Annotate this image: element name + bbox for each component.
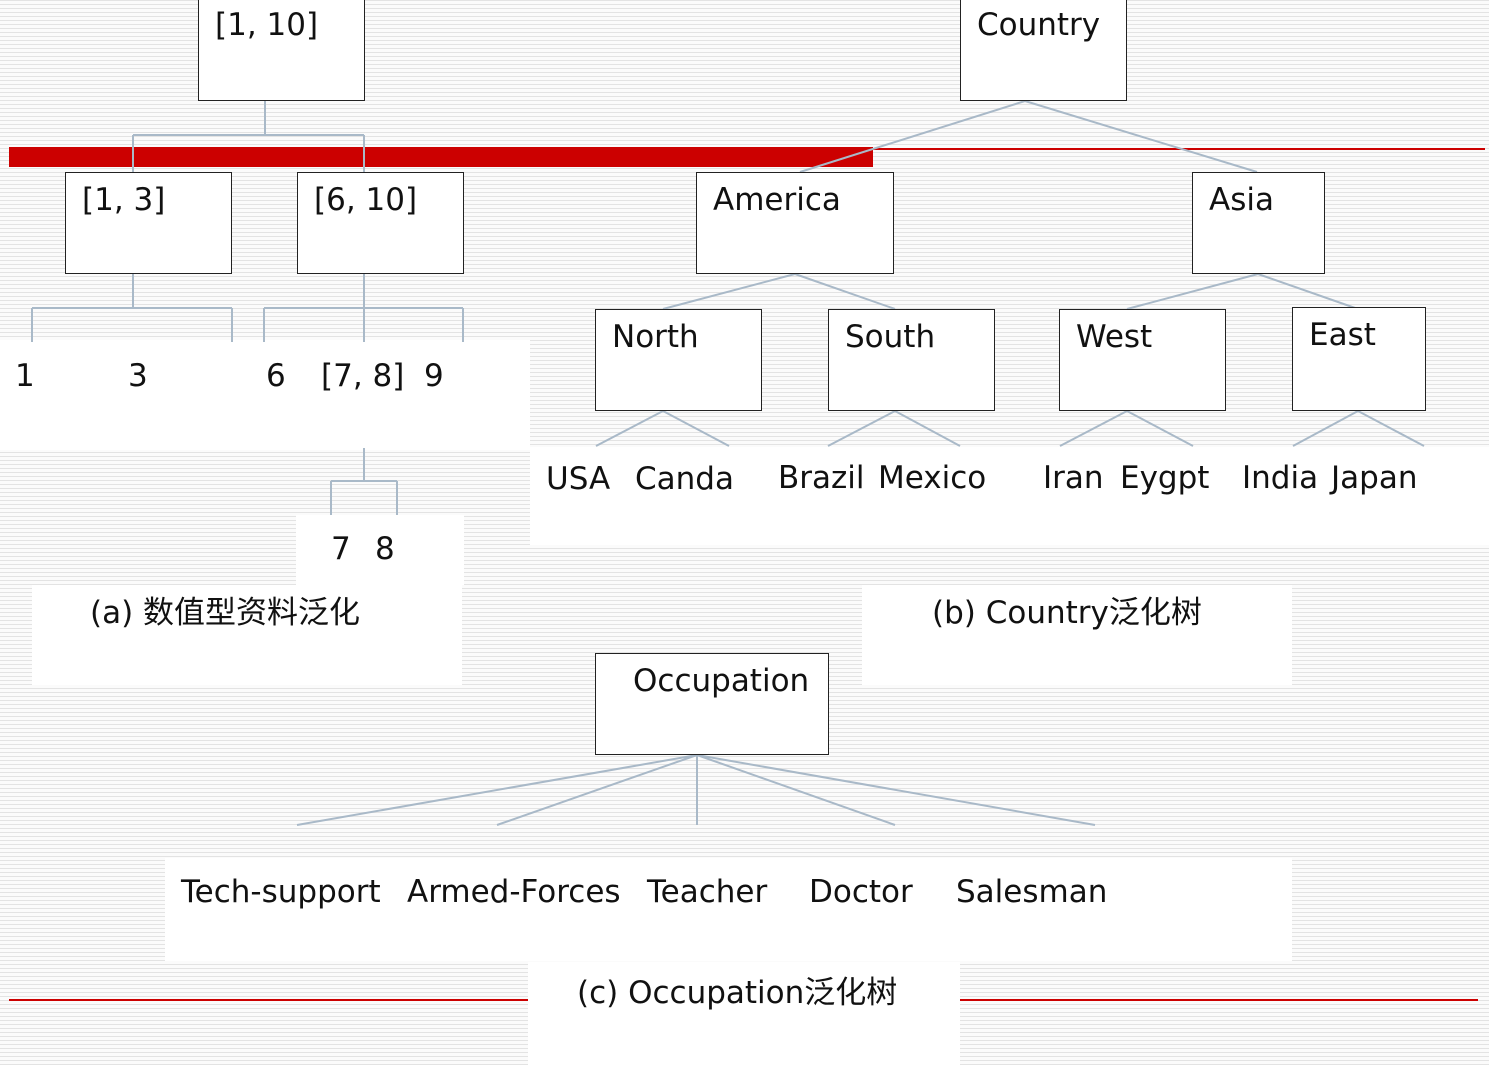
caption-b: (b) Country泛化树	[932, 595, 1202, 631]
edge-north-to-leaves	[595, 410, 730, 447]
leaf-salesman: Salesman	[956, 874, 1108, 910]
leaf-mexico: Mexico	[878, 460, 987, 496]
edge-south-to-leaves	[827, 410, 961, 447]
leaf-9: 9	[424, 358, 444, 394]
node-north: North	[595, 309, 762, 411]
edge-asia-to-subregions	[1126, 273, 1359, 310]
accent-line-top	[873, 148, 1485, 150]
node-1-3: [1, 3]	[65, 172, 232, 274]
leaf-usa: USA	[546, 461, 611, 497]
node-6-10: [6, 10]	[297, 172, 464, 274]
node-country: Country	[960, 0, 1127, 101]
leaf-1: 1	[15, 358, 35, 394]
leaf-6: 6	[266, 358, 286, 394]
leaf-doctor: Doctor	[809, 874, 913, 910]
caption-a: (a) 数值型资料泛化	[90, 595, 361, 631]
edge-east-to-leaves	[1292, 410, 1425, 447]
node-east: East	[1292, 307, 1426, 411]
leaf-india: India	[1242, 460, 1319, 496]
leaf-japan: Japan	[1331, 460, 1418, 496]
edge-6-10-to-leaves	[263, 274, 464, 342]
edge-7-8-to-leaves	[330, 448, 398, 515]
leaf-8: 8	[375, 531, 395, 567]
node-west: West	[1059, 309, 1226, 411]
node-america: America	[696, 172, 894, 274]
leaf-7: 7	[331, 531, 351, 567]
leaf-7-8: [7, 8]	[321, 358, 405, 394]
leaf-armed-forces: Armed-Forces	[407, 874, 621, 910]
leaf-3: 3	[128, 358, 148, 394]
accent-bar	[9, 147, 873, 167]
panel-numeric-leaves	[0, 340, 530, 450]
leaf-canda: Canda	[635, 461, 734, 497]
node-asia: Asia	[1192, 172, 1325, 274]
leaf-tech-support: Tech-support	[181, 874, 381, 910]
leaf-eygpt: Eygpt	[1120, 460, 1210, 496]
leaf-teacher: Teacher	[647, 874, 768, 910]
leaf-iran: Iran	[1043, 460, 1104, 496]
edge-occupation-to-leaves	[296, 754, 1096, 826]
caption-c: (c) Occupation泛化树	[577, 975, 898, 1011]
edge-west-to-leaves	[1059, 410, 1194, 447]
leaf-brazil: Brazil	[778, 460, 865, 496]
accent-line-bottom-left	[9, 999, 528, 1001]
edge-america-to-subregions	[662, 273, 896, 310]
node-occupation: Occupation	[595, 653, 829, 755]
node-root-1-10: [1, 10]	[198, 0, 365, 101]
node-south: South	[828, 309, 995, 411]
edge-1-3-to-leaves	[31, 274, 233, 342]
accent-line-bottom-right	[960, 999, 1478, 1001]
